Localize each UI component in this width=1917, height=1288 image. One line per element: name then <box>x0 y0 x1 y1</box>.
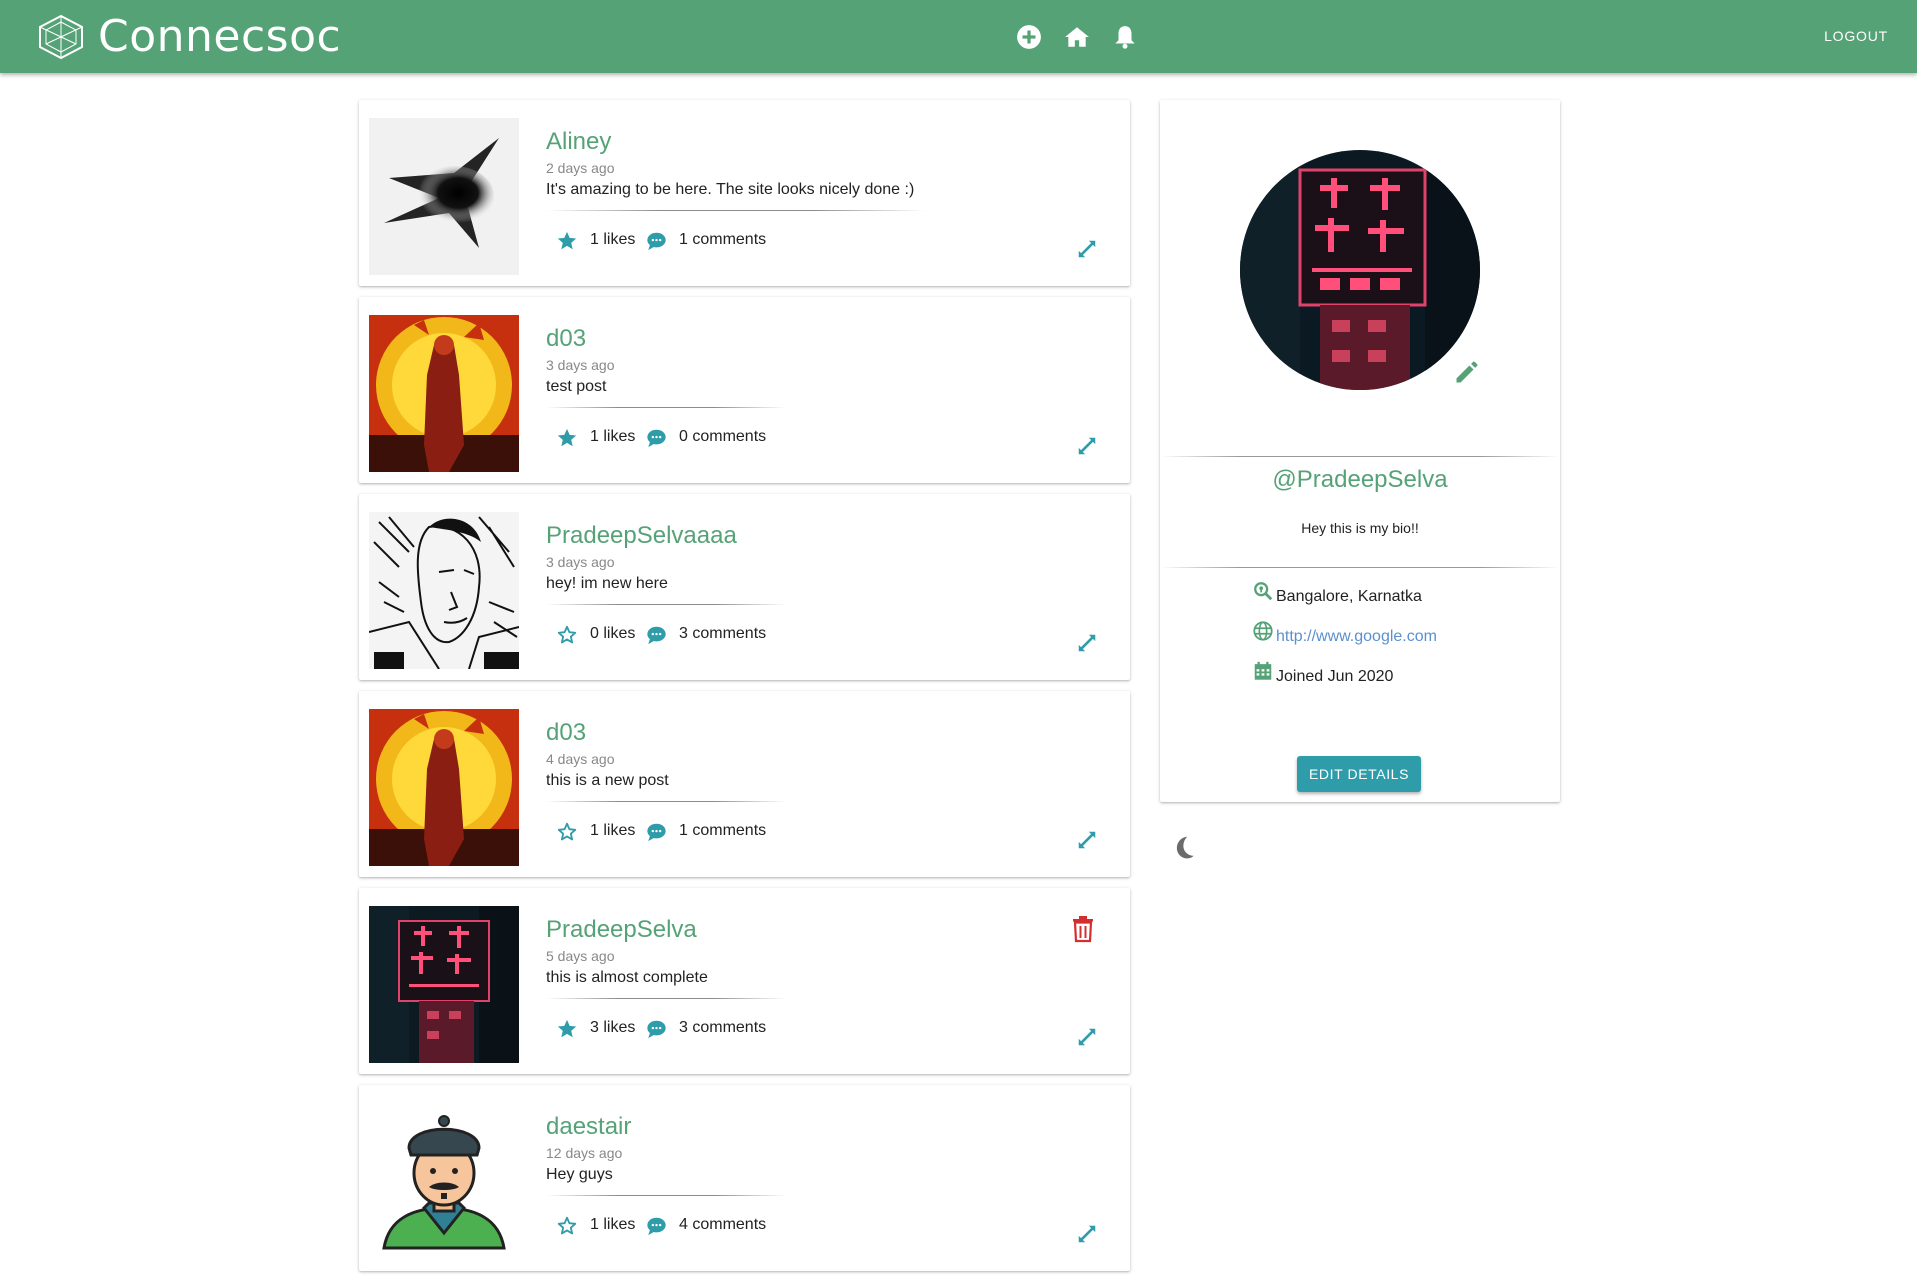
comments-count[interactable]: 3 comments <box>679 625 766 643</box>
expand-icon[interactable] <box>1076 1026 1098 1048</box>
post-image[interactable] <box>369 315 519 472</box>
post-time: 4 days ago <box>546 751 615 767</box>
expand-icon[interactable] <box>1076 1223 1098 1245</box>
post-text: hey! im new here <box>546 575 668 592</box>
edit-details-button[interactable]: EDIT DETAILS <box>1297 756 1421 792</box>
post-image[interactable] <box>369 709 519 866</box>
comments-count[interactable]: 3 comments <box>679 1019 766 1037</box>
comments-count[interactable]: 4 comments <box>679 1216 766 1234</box>
comment-icon[interactable] <box>645 1215 668 1237</box>
home-icon[interactable] <box>1064 24 1090 50</box>
profile-joined: Joined Jun 2020 <box>1276 668 1394 685</box>
profile-avatar[interactable] <box>1240 150 1480 390</box>
comment-icon[interactable] <box>645 1018 668 1040</box>
star-filled-icon[interactable] <box>556 230 578 252</box>
divider <box>546 604 786 605</box>
star-filled-icon[interactable] <box>556 1018 578 1040</box>
post-image[interactable] <box>369 1103 519 1260</box>
post-text: test post <box>546 378 607 395</box>
likes-count: 1 likes <box>590 822 636 839</box>
logo-icon[interactable] <box>36 14 86 60</box>
post-time: 12 days ago <box>546 1145 623 1161</box>
post-card: PradeepSelvaaaa 3 days ago hey! im new h… <box>359 494 1130 680</box>
post-username[interactable]: daestair <box>546 1113 631 1141</box>
comment-icon[interactable] <box>645 427 668 449</box>
comment-icon[interactable] <box>645 624 668 646</box>
expand-icon[interactable] <box>1076 435 1098 457</box>
divider <box>546 801 786 802</box>
post-text: this is almost complete <box>546 969 708 986</box>
likes-count: 1 likes <box>590 1216 636 1233</box>
star-outline-icon[interactable] <box>556 624 578 646</box>
profile-location: Bangalore, Karnatka <box>1276 588 1422 605</box>
likes-count: 1 likes <box>590 231 636 248</box>
post-image[interactable] <box>369 512 519 669</box>
post-username[interactable]: PradeepSelva <box>546 916 697 944</box>
star-outline-icon[interactable] <box>556 821 578 843</box>
app-bar: Connecsoc LOGOUT <box>0 0 1917 73</box>
expand-icon[interactable] <box>1076 238 1098 260</box>
divider <box>1160 567 1560 568</box>
post-text: It's amazing to be here. The site looks … <box>546 181 915 198</box>
post-username[interactable]: Aliney <box>546 128 611 156</box>
likes-count: 3 likes <box>590 1019 636 1036</box>
bell-icon[interactable] <box>1112 24 1138 50</box>
divider <box>546 210 926 211</box>
expand-icon[interactable] <box>1076 632 1098 654</box>
globe-icon <box>1253 621 1273 641</box>
divider <box>546 1195 786 1196</box>
post-username[interactable]: PradeepSelvaaaa <box>546 522 737 550</box>
comment-icon[interactable] <box>645 821 668 843</box>
likes-count: 1 likes <box>590 428 636 445</box>
comments-count[interactable]: 0 comments <box>679 428 766 446</box>
post-card: daestair 12 days ago Hey guys 1 likes 4 … <box>359 1085 1130 1271</box>
post-time: 3 days ago <box>546 357 615 373</box>
star-outline-icon[interactable] <box>556 1215 578 1237</box>
post-time: 3 days ago <box>546 554 615 570</box>
comments-count[interactable]: 1 comments <box>679 231 766 249</box>
add-circle-icon[interactable] <box>1016 24 1042 50</box>
divider <box>1160 456 1560 457</box>
post-card: d03 3 days ago test post 1 likes 0 comme… <box>359 297 1130 483</box>
divider <box>546 998 786 999</box>
post-text: Hey guys <box>546 1166 613 1183</box>
location-search-icon <box>1254 582 1273 601</box>
profile-website-link[interactable]: http://www.google.com <box>1276 628 1437 646</box>
post-card: PradeepSelva 5 days ago this is almost c… <box>359 888 1130 1074</box>
trash-icon[interactable] <box>1071 915 1095 943</box>
post-text: this is a new post <box>546 772 669 789</box>
post-card: d03 4 days ago this is a new post 1 like… <box>359 691 1130 877</box>
post-image[interactable] <box>369 118 519 275</box>
post-card: Aliney 2 days ago It's amazing to be her… <box>359 100 1130 286</box>
comment-icon[interactable] <box>645 230 668 252</box>
divider <box>546 407 786 408</box>
calendar-icon <box>1254 661 1272 680</box>
post-username[interactable]: d03 <box>546 325 586 353</box>
logout-button[interactable]: LOGOUT <box>1824 28 1888 44</box>
profile-handle: @PradeepSelva <box>1272 466 1448 493</box>
moon-icon[interactable] <box>1172 834 1198 860</box>
brand-name[interactable]: Connecsoc <box>98 11 341 62</box>
post-image[interactable] <box>369 906 519 1063</box>
post-time: 2 days ago <box>546 160 615 176</box>
profile-bio: Hey this is my bio!! <box>1301 520 1419 536</box>
expand-icon[interactable] <box>1076 829 1098 851</box>
comments-count[interactable]: 1 comments <box>679 822 766 840</box>
edit-pencil-icon[interactable] <box>1453 358 1481 386</box>
likes-count: 0 likes <box>590 625 636 642</box>
star-filled-icon[interactable] <box>556 427 578 449</box>
post-time: 5 days ago <box>546 948 615 964</box>
profile-card: @PradeepSelva Hey this is my bio!! Banga… <box>1160 100 1560 802</box>
post-username[interactable]: d03 <box>546 719 586 747</box>
